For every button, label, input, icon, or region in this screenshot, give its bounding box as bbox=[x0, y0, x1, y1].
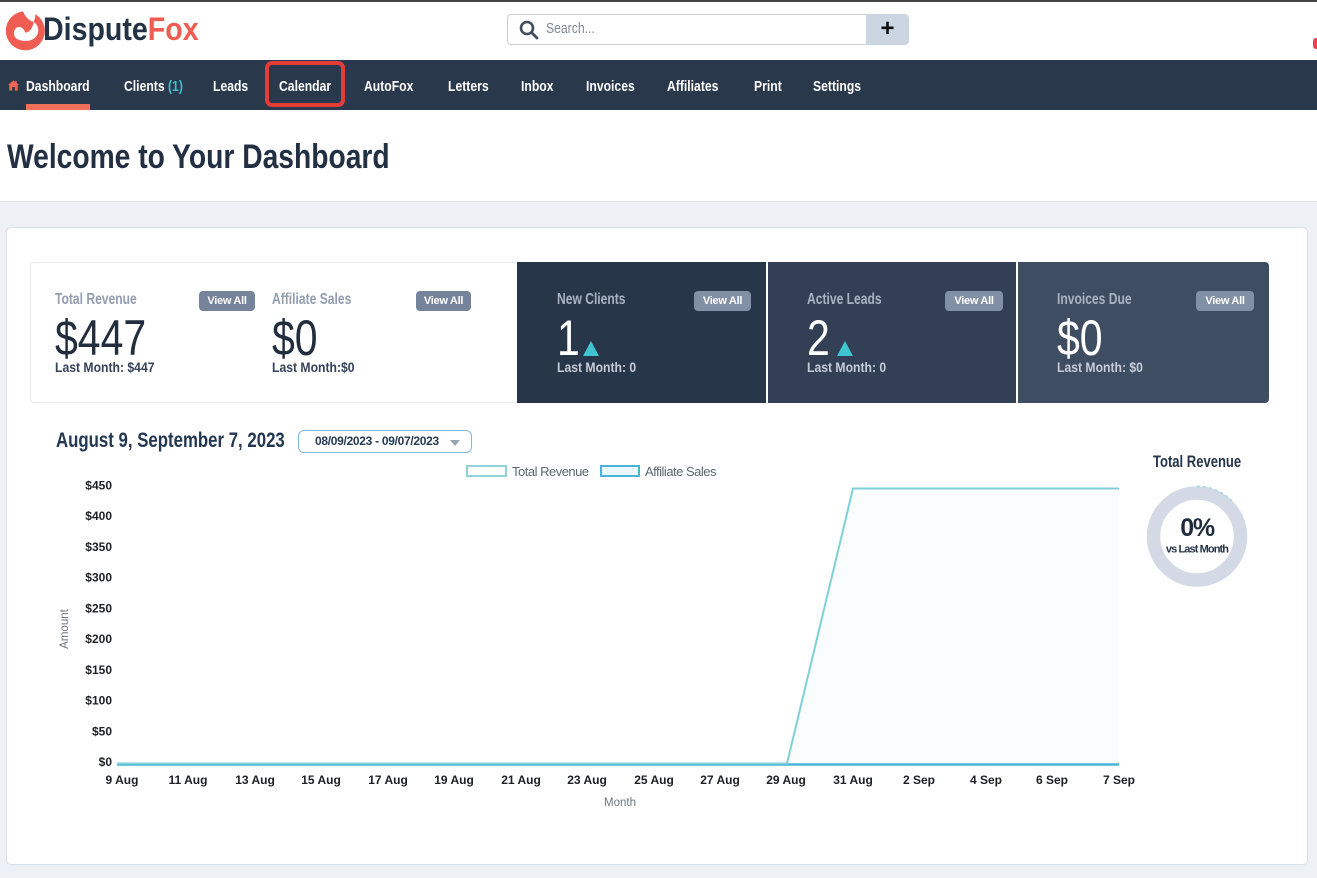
svg-text:2 Sep: 2 Sep bbox=[903, 773, 935, 787]
svg-text:11 Aug: 11 Aug bbox=[169, 773, 208, 787]
svg-text:17 Aug: 17 Aug bbox=[368, 773, 408, 787]
svg-text:31 Aug: 31 Aug bbox=[833, 773, 873, 787]
svg-text:7 Sep: 7 Sep bbox=[1103, 773, 1135, 787]
svg-text:$0: $0 bbox=[99, 755, 113, 769]
svg-text:27 Aug: 27 Aug bbox=[700, 773, 740, 787]
svg-text:9 Aug: 9 Aug bbox=[106, 773, 139, 787]
svg-text:15 Aug: 15 Aug bbox=[301, 773, 341, 787]
svg-text:$350: $350 bbox=[85, 540, 112, 554]
svg-text:23 Aug: 23 Aug bbox=[567, 773, 607, 787]
svg-text:29 Aug: 29 Aug bbox=[766, 773, 806, 787]
svg-text:Amount: Amount bbox=[59, 608, 71, 648]
svg-text:4 Sep: 4 Sep bbox=[970, 773, 1002, 787]
svg-text:Month: Month bbox=[604, 797, 636, 809]
svg-text:$50: $50 bbox=[92, 724, 112, 738]
svg-text:$250: $250 bbox=[85, 601, 112, 615]
svg-text:13 Aug: 13 Aug bbox=[235, 773, 275, 787]
svg-text:6 Sep: 6 Sep bbox=[1036, 773, 1068, 787]
svg-text:$150: $150 bbox=[85, 663, 112, 677]
svg-text:0%: 0% bbox=[1180, 514, 1215, 542]
svg-text:$200: $200 bbox=[85, 632, 112, 646]
svg-text:$450: $450 bbox=[85, 479, 112, 493]
svg-text:19 Aug: 19 Aug bbox=[434, 773, 474, 787]
svg-text:25 Aug: 25 Aug bbox=[634, 773, 674, 787]
svg-text:$400: $400 bbox=[85, 509, 112, 523]
svg-text:$300: $300 bbox=[85, 571, 112, 585]
svg-text:$100: $100 bbox=[85, 694, 112, 708]
svg-text:vs Last Month: vs Last Month bbox=[1166, 544, 1229, 556]
svg-text:21 Aug: 21 Aug bbox=[501, 773, 541, 787]
